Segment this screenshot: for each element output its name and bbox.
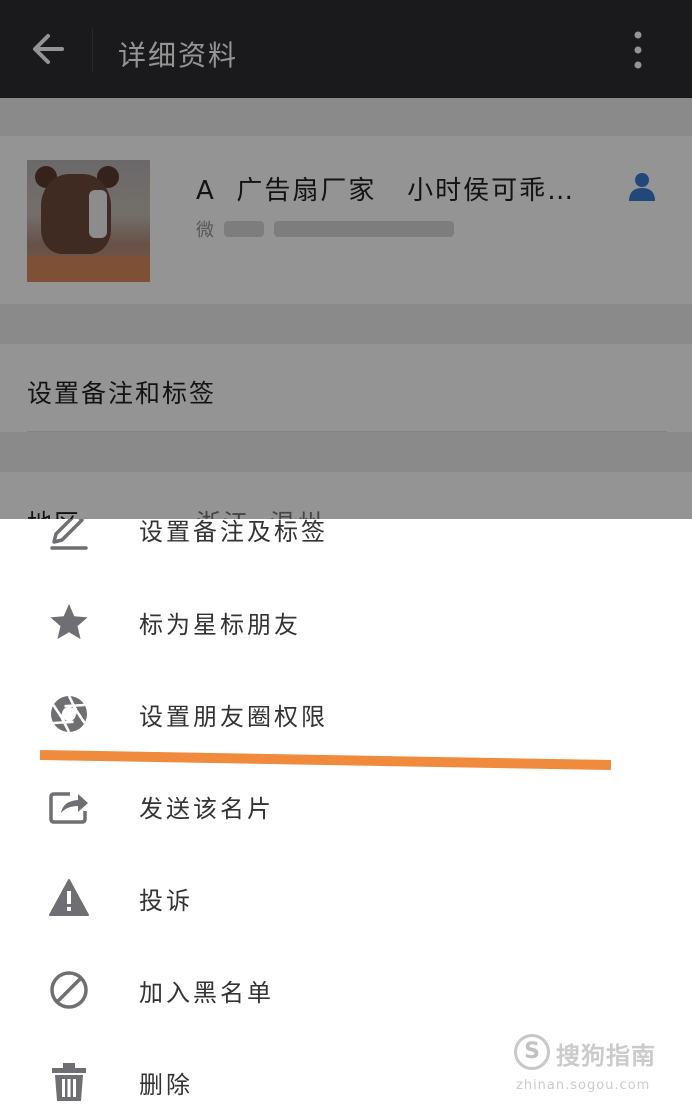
screen: 详细资料 A 广告扇厂家 小时侯可乖… 微 设置备注和标签 设置备注及标签 标为… bbox=[0, 0, 692, 1120]
menu-item-label: 标为星标朋友 bbox=[139, 611, 301, 639]
menu-item-label: 加入黑名单 bbox=[139, 979, 274, 1007]
edit-icon bbox=[50, 519, 88, 550]
action-sheet: 设置备注及标签 标为星标朋友 设置朋友圈权限 发送该名片 投诉 加入黑名单 删除 bbox=[0, 519, 692, 1120]
watermark-logo-icon: S bbox=[514, 1034, 550, 1070]
block-icon bbox=[50, 971, 88, 1009]
aperture-icon bbox=[51, 695, 87, 733]
menu-item-label: 设置备注及标签 bbox=[139, 519, 328, 546]
share-icon bbox=[49, 792, 88, 824]
menu-item-send-card[interactable]: 发送该名片 bbox=[0, 759, 692, 851]
menu-item-moments-permission[interactable]: 设置朋友圈权限 bbox=[0, 667, 692, 759]
trash-icon bbox=[52, 1063, 86, 1101]
menu-item-blacklist[interactable]: 加入黑名单 bbox=[0, 943, 692, 1035]
menu-item-label: 发送该名片 bbox=[139, 795, 274, 823]
menu-item-label: 删除 bbox=[139, 1071, 193, 1099]
menu-item-report[interactable]: 投诉 bbox=[0, 851, 692, 943]
menu-item-label: 设置朋友圈权限 bbox=[139, 703, 328, 731]
menu-item-set-remark[interactable]: 设置备注及标签 bbox=[0, 519, 692, 574]
watermark: S 搜狗指南 zhinan.sogou.com bbox=[514, 1034, 674, 1100]
star-icon bbox=[50, 604, 88, 640]
warning-icon bbox=[49, 879, 89, 916]
menu-item-star-friend[interactable]: 标为星标朋友 bbox=[0, 575, 692, 667]
watermark-url: zhinan.sogou.com bbox=[516, 1078, 651, 1093]
watermark-text: 搜狗指南 bbox=[556, 1042, 656, 1070]
menu-item-label: 投诉 bbox=[139, 887, 193, 915]
